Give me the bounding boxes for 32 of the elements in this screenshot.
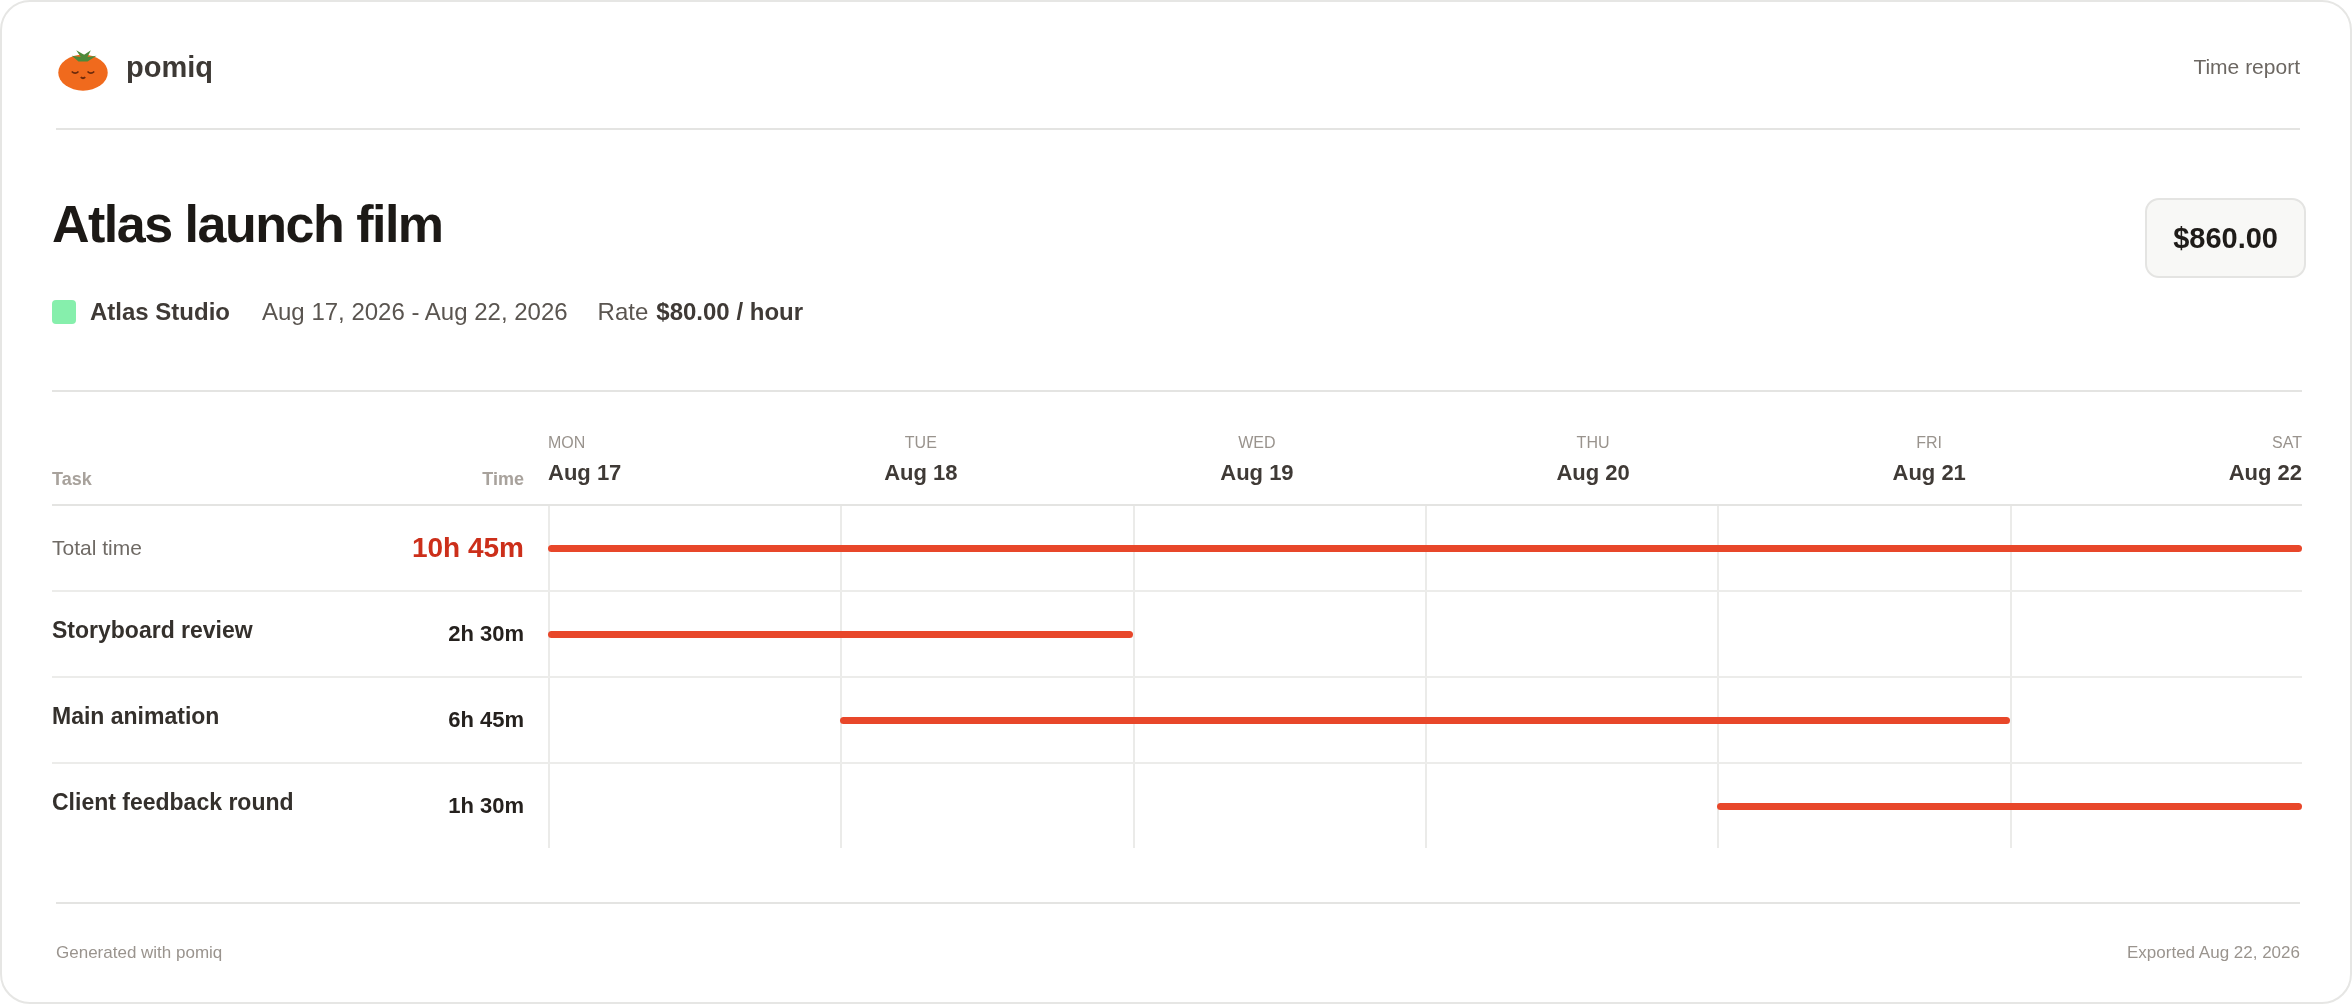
task-duration: 2h 30m [447, 621, 524, 647]
export-date: Exported Aug 22, 2026 [2127, 943, 2300, 963]
task-duration: 6h 45m [447, 707, 524, 733]
date-range: Aug 17, 2026 - Aug 22, 2026 [262, 298, 568, 326]
rate-value: $80.00 / hour [656, 298, 804, 326]
date-label: Aug 17 [548, 460, 622, 486]
date-label: Aug 21 [1892, 460, 1966, 486]
weekday-label: TUE [904, 434, 937, 452]
task-name: Total time [52, 536, 143, 560]
weekday-label: THU [1576, 434, 1610, 452]
date-label: Aug 22 [2228, 460, 2302, 486]
task-name: Storyboard review [52, 616, 254, 644]
weekday-label: SAT [2272, 434, 2302, 452]
project-title: Atlas launch film [52, 198, 444, 250]
client-name: Atlas Studio [90, 298, 230, 326]
date-label: Aug 20 [1556, 460, 1630, 486]
weekday-label: FRI [1916, 434, 1943, 452]
rate-label: Rate [597, 298, 649, 326]
task-name: Main animation [52, 702, 221, 730]
task-name: Client feedback round [52, 788, 295, 816]
report-type-label: Time report [2193, 55, 2300, 79]
column-header: Task [52, 469, 93, 491]
footer-note: Generated with pomiq [56, 943, 223, 963]
date-label: Aug 18 [884, 460, 958, 486]
weekday-label: MON [548, 434, 586, 452]
task-duration: 1h 30m [447, 793, 524, 819]
date-label: Aug 19 [1220, 460, 1294, 486]
brand-name: pomiq [126, 50, 213, 84]
weekday-label: WED [1238, 434, 1276, 452]
total-amount: $860.00 [2145, 198, 2306, 278]
task-duration: 10h 45m [410, 532, 524, 564]
column-header: Time [481, 469, 524, 491]
